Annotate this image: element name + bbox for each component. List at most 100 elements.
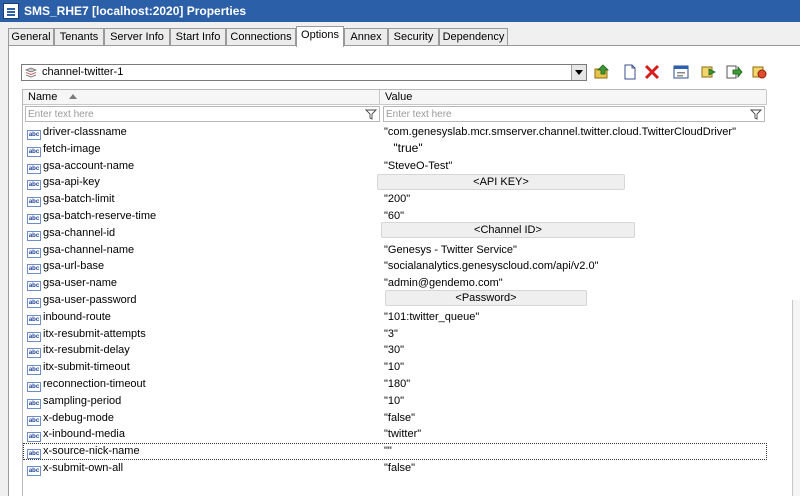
option-name-cell: abc x-debug-mode	[27, 411, 114, 426]
abc-string-icon: abc	[27, 465, 41, 476]
abc-string-icon: abc	[27, 213, 41, 224]
option-value-cell[interactable]: "socialanalytics.genesyscloud.com/api/v2…	[384, 260, 598, 272]
tab-server-info[interactable]: Server Info	[104, 28, 170, 45]
option-name-cell: abc x-submit-own-all	[27, 461, 124, 476]
option-value-cell[interactable]: "101:twitter_queue"	[384, 311, 479, 323]
option-name-cell: abc reconnection-timeout	[27, 377, 146, 392]
option-name-cell: abc gsa-batch-limit	[27, 193, 115, 208]
table-row[interactable]: abc x-submit-own-all "false"	[23, 460, 767, 477]
vertical-scrollbar[interactable]	[792, 300, 800, 496]
option-value-cell[interactable]: "200"	[384, 193, 410, 205]
section-combo[interactable]: channel-twitter-1	[21, 64, 587, 81]
option-name-cell: abc gsa-account-name	[27, 159, 135, 174]
option-name-cell: abc itx-submit-timeout	[27, 361, 130, 376]
option-value-cell[interactable]: "com.genesyslab.mcr.smserver.channel.twi…	[384, 126, 736, 138]
abc-string-icon: abc	[27, 398, 41, 409]
table-row[interactable]: abc inbound-route "101:twitter_queue"	[23, 309, 767, 326]
section-combo-value: channel-twitter-1	[42, 66, 124, 78]
tab-general[interactable]: General	[8, 28, 54, 45]
tab-dependency[interactable]: Dependency	[439, 28, 508, 45]
tab-annex[interactable]: Annex	[344, 28, 388, 45]
column-header-name[interactable]: Name	[23, 90, 380, 105]
option-value-cell[interactable]: "Genesys - Twitter Service"	[384, 244, 517, 256]
table-row[interactable]: abc sampling-period "10"	[23, 393, 767, 410]
option-name-cell: abc x-source-nick-name	[27, 445, 140, 460]
abc-string-icon: abc	[27, 230, 41, 241]
abc-string-icon: abc	[27, 247, 41, 258]
import-section-icon[interactable]	[750, 63, 768, 81]
value-filter-input[interactable]	[386, 108, 744, 120]
option-value-cell[interactable]: "60"	[384, 210, 404, 222]
view-window-icon[interactable]	[672, 63, 690, 81]
column-header-value[interactable]: Value	[380, 90, 767, 105]
column-header-name-label: Name	[28, 91, 58, 103]
option-name-cell: abc sampling-period	[27, 394, 122, 409]
app-properties-icon	[3, 3, 19, 19]
filter-funnel-icon[interactable]	[365, 109, 377, 120]
window-title: SMS_RHE7 [localhost:2020] Properties	[24, 4, 247, 18]
table-row[interactable]: abc x-debug-mode "false"	[23, 410, 767, 427]
option-name-cell: abc gsa-user-name	[27, 277, 117, 292]
table-row[interactable]: abc itx-resubmit-delay "30"	[23, 342, 767, 359]
new-document-icon[interactable]	[621, 63, 639, 81]
folder-up-icon[interactable]	[593, 63, 611, 81]
name-filter	[25, 106, 380, 122]
option-value-cell[interactable]: "false"	[384, 462, 415, 474]
abc-string-icon: abc	[27, 264, 41, 275]
abc-string-icon: abc	[27, 449, 41, 460]
table-row[interactable]: abc gsa-batch-limit "200"	[23, 191, 767, 208]
table-row[interactable]: abc itx-submit-timeout "10"	[23, 359, 767, 376]
copy-section-icon[interactable]	[700, 63, 718, 81]
abc-string-icon: abc	[27, 348, 41, 359]
abc-string-icon: abc	[27, 163, 41, 174]
table-row[interactable]: abc gsa-account-name "SteveO-Test"	[23, 158, 767, 175]
table-row[interactable]: abc gsa-url-base "socialanalytics.genesysc…	[23, 258, 767, 275]
abc-string-icon: abc	[27, 415, 41, 426]
abc-string-icon: abc	[27, 180, 41, 191]
combo-dropdown-button[interactable]	[571, 65, 586, 80]
export-section-icon[interactable]	[725, 63, 743, 81]
column-header-value-label: Value	[385, 91, 413, 103]
tab-connections[interactable]: Connections	[226, 28, 296, 45]
sort-ascending-icon	[69, 94, 77, 99]
option-value-cell[interactable]: "10"	[384, 395, 404, 407]
table-row[interactable]: abc x-source-nick-name ""	[23, 443, 767, 460]
option-value-cell[interactable]: "10"	[384, 361, 404, 373]
option-name-cell: abc itx-resubmit-delay	[27, 344, 130, 359]
option-name-cell: abc gsa-url-base	[27, 260, 105, 275]
option-value-cell[interactable]: "false"	[384, 412, 415, 424]
abc-string-icon: abc	[27, 197, 41, 208]
table-row[interactable]: abc gsa-channel-name "Genesys - Twitter Se…	[23, 242, 767, 259]
api-key-redaction: <API KEY>	[377, 174, 625, 190]
abc-string-icon: abc	[27, 146, 41, 157]
abc-string-icon: abc	[27, 130, 41, 140]
option-value-cell[interactable]: ""	[384, 445, 392, 457]
option-name-cell: abc gsa-channel-name	[27, 243, 135, 258]
table-row[interactable]: abc reconnection-timeout "180"	[23, 376, 767, 393]
name-filter-input[interactable]	[28, 108, 359, 120]
abc-string-icon: abc	[27, 381, 41, 392]
title-bar: SMS_RHE7 [localhost:2020] Properties	[0, 0, 800, 22]
option-value-cell[interactable]: "3"	[384, 328, 398, 340]
filter-funnel-icon[interactable]	[750, 109, 762, 120]
option-name-cell: abc gsa-batch-reserve-time	[27, 209, 157, 224]
table-row[interactable]: abc driver-classname "com.genesyslab.mcr.s…	[23, 124, 767, 141]
tab-start-info[interactable]: Start Info	[170, 28, 226, 45]
abc-string-icon: abc	[27, 314, 41, 325]
option-value-cell[interactable]: "SteveO-Test"	[384, 160, 452, 172]
option-value-cell[interactable]: "180"	[384, 378, 410, 390]
abc-string-icon: abc	[27, 432, 41, 443]
option-value-cell[interactable]: "twitter"	[384, 428, 421, 440]
abc-string-icon: abc	[27, 297, 41, 308]
option-value-cell[interactable]: "30"	[384, 344, 404, 356]
tab-security[interactable]: Security	[388, 28, 439, 45]
abc-string-icon: abc	[27, 365, 41, 376]
tab-options[interactable]: Options	[296, 26, 344, 47]
option-value-cell[interactable]: "admin@gendemo.com"	[384, 277, 503, 289]
table-row[interactable]: abc x-inbound-media "twitter"	[23, 426, 767, 443]
tab-tenants[interactable]: Tenants	[54, 28, 104, 45]
option-name-cell: abc x-inbound-media	[27, 428, 125, 443]
table-row[interactable]: abc itx-resubmit-attempts "3"	[23, 326, 767, 343]
option-name-cell: abc inbound-route	[27, 310, 111, 325]
delete-x-icon[interactable]	[643, 63, 661, 81]
